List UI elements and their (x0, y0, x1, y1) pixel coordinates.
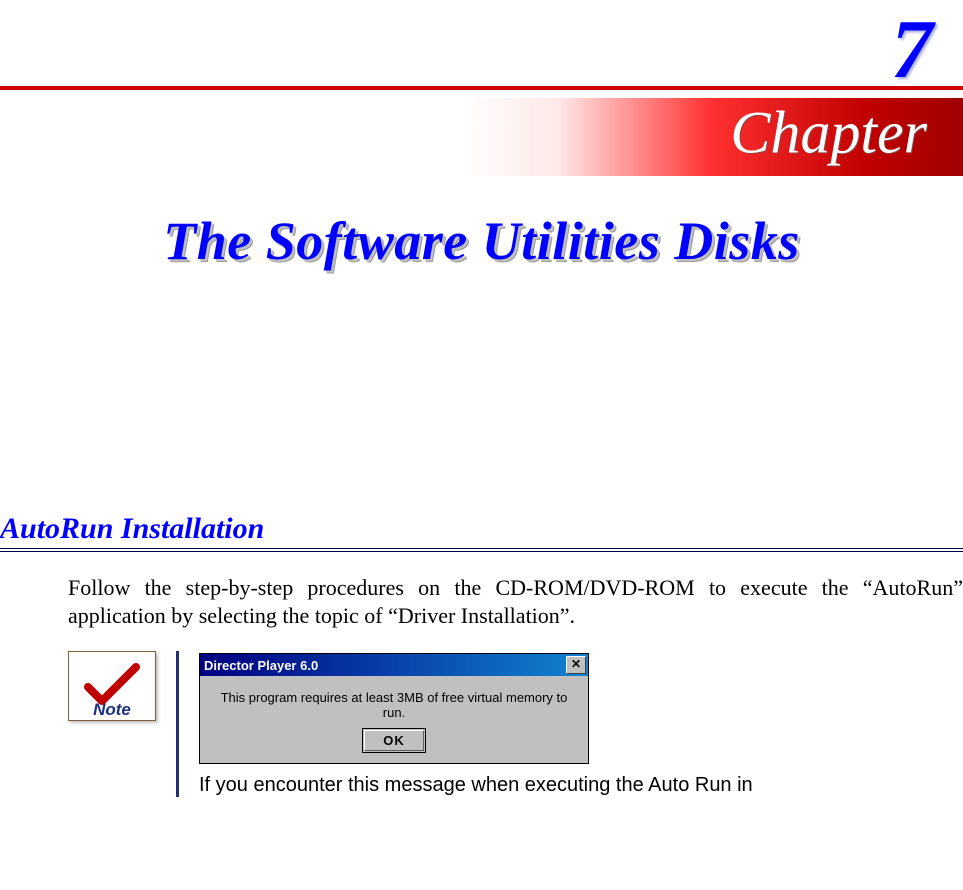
ok-button[interactable]: OK (362, 728, 426, 753)
note-icon: Note (68, 651, 156, 721)
dialog-titlebar: Director Player 6.0 ✕ (200, 654, 588, 676)
close-icon[interactable]: ✕ (566, 656, 586, 674)
chapter-number: 7 (0, 8, 963, 92)
body-paragraph: Follow the step-by-step procedures on th… (68, 574, 963, 629)
section-heading: AutoRun Installation (0, 512, 963, 546)
double-rule (0, 548, 963, 552)
chapter-banner: Chapter (0, 98, 963, 176)
note-caption: If you encounter this message when execu… (199, 774, 963, 797)
dialog-title: Director Player 6.0 (204, 658, 318, 673)
dialog-window: Director Player 6.0 ✕ This program requi… (199, 653, 589, 764)
note-content: Director Player 6.0 ✕ This program requi… (199, 651, 963, 797)
chapter-label: Chapter (730, 98, 927, 167)
horizontal-rule (0, 86, 963, 90)
dialog-body: This program requires at least 3MB of fr… (200, 676, 588, 763)
document-page: 7 Chapter The Software Utilities Disks A… (0, 8, 963, 797)
vertical-divider (176, 651, 179, 797)
chapter-title: The Software Utilities Disks (0, 210, 963, 272)
ok-button-label: OK (364, 730, 424, 751)
dialog-message: This program requires at least 3MB of fr… (210, 690, 578, 720)
note-block: Note Director Player 6.0 ✕ This program … (68, 651, 963, 797)
note-icon-label: Note (73, 701, 151, 718)
